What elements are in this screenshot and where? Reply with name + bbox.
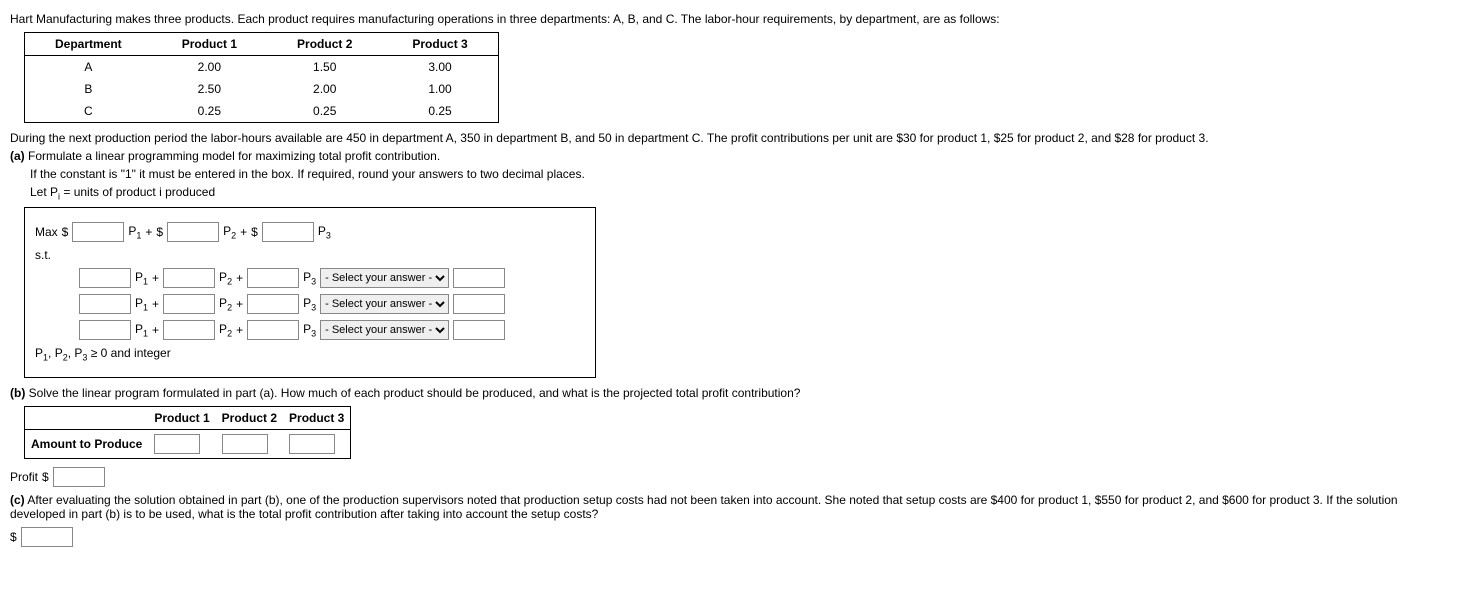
labor-hours-table: Department Product 1 Product 2 Product 3…	[24, 32, 499, 123]
c2-p1-input[interactable]	[79, 294, 131, 314]
c3-p1-input[interactable]	[79, 320, 131, 340]
cell: A	[25, 56, 152, 79]
part-c-text: After evaluating the solution obtained i…	[10, 493, 1398, 521]
intro-text: Hart Manufacturing makes three products.…	[10, 12, 1448, 26]
objective-row: Max $ P1 + $ P2 + $ P3	[35, 222, 585, 242]
table-row: C 0.25 0.25 0.25	[25, 100, 499, 123]
profit-label: Profit	[10, 470, 38, 484]
table-row: Amount to Produce	[25, 429, 351, 458]
table-row: B 2.50 2.00 1.00	[25, 78, 499, 100]
th-p3: Product 3	[382, 33, 498, 56]
c1-p2-input[interactable]	[163, 268, 215, 288]
cell: 0.25	[382, 100, 498, 123]
dollar-sign: $	[251, 225, 258, 239]
var-p3: P3	[303, 296, 316, 312]
cell: 2.00	[267, 78, 382, 100]
part-c-label: (c)	[10, 493, 25, 507]
plus: +	[236, 297, 243, 311]
part-a-hint: If the constant is "1" it must be entere…	[30, 167, 1448, 181]
var-p2: P2	[219, 270, 232, 286]
part-b-label: (b)	[10, 386, 25, 400]
plus: +	[236, 271, 243, 285]
part-b-text: Solve the linear program formulated in p…	[29, 386, 801, 400]
constraint-row-3: P1 + P2 + P3 - Select your answer -	[35, 320, 585, 340]
th-blank	[25, 406, 149, 429]
plus: +	[152, 271, 159, 285]
profit-input[interactable]	[53, 467, 105, 487]
var-p2: P2	[219, 322, 232, 338]
amount-label: Amount to Produce	[25, 429, 149, 458]
c3-relation-select[interactable]: - Select your answer -	[320, 320, 449, 340]
plus: +	[240, 225, 247, 239]
var-p1: P1	[135, 270, 148, 286]
cell: 0.25	[152, 100, 267, 123]
c3-p3-input[interactable]	[247, 320, 299, 340]
plus: +	[145, 225, 152, 239]
amount-p3-input[interactable]	[289, 434, 335, 454]
th-p2: Product 2	[267, 33, 382, 56]
constraint-row-2: P1 + P2 + P3 - Select your answer -	[35, 294, 585, 314]
cell: 1.00	[382, 78, 498, 100]
part-a-label: (a)	[10, 149, 25, 163]
amount-p1-input[interactable]	[154, 434, 200, 454]
cell: 1.50	[267, 56, 382, 79]
var-p3: P3	[318, 224, 331, 240]
st-label: s.t.	[35, 248, 51, 262]
th-prod2: Product 2	[216, 406, 283, 429]
dollar-sign: $	[156, 225, 163, 239]
dollar-sign: $	[62, 225, 69, 239]
part-a-text: Formulate a linear programming model for…	[28, 149, 440, 163]
cell: 2.50	[152, 78, 267, 100]
cell: 0.25	[267, 100, 382, 123]
nonneg-row: P1, P2, P3 ≥ 0 and integer	[35, 346, 585, 362]
dollar-sign: $	[42, 470, 49, 484]
c1-p1-input[interactable]	[79, 268, 131, 288]
cell: B	[25, 78, 152, 100]
th-p1: Product 1	[152, 33, 267, 56]
obj-coef-p2-input[interactable]	[167, 222, 219, 242]
part-c-input[interactable]	[21, 527, 73, 547]
var-p1: P1	[135, 322, 148, 338]
dollar-sign: $	[10, 530, 17, 544]
after-table-text: During the next production period the la…	[10, 131, 1448, 145]
nonneg-text: P1, P2, P3 ≥ 0 and integer	[35, 346, 171, 362]
var-p3: P3	[303, 270, 316, 286]
c1-relation-select[interactable]: - Select your answer -	[320, 268, 449, 288]
obj-coef-p3-input[interactable]	[262, 222, 314, 242]
var-p2: P2	[223, 224, 236, 240]
c3-p2-input[interactable]	[163, 320, 215, 340]
c2-rhs-input[interactable]	[453, 294, 505, 314]
table-row: A 2.00 1.50 3.00	[25, 56, 499, 79]
var-p1: P1	[135, 296, 148, 312]
st-label-row: s.t.	[35, 248, 585, 262]
plus: +	[152, 297, 159, 311]
th-prod3: Product 3	[283, 406, 351, 429]
profit-row: Profit $	[10, 467, 1448, 487]
cell: 2.00	[152, 56, 267, 79]
c1-rhs-input[interactable]	[453, 268, 505, 288]
th-prod1: Product 1	[148, 406, 215, 429]
c2-p2-input[interactable]	[163, 294, 215, 314]
plus: +	[152, 323, 159, 337]
part-a-let: Let Pi = units of product i produced	[30, 185, 1448, 201]
c2-p3-input[interactable]	[247, 294, 299, 314]
amount-p2-input[interactable]	[222, 434, 268, 454]
c3-rhs-input[interactable]	[453, 320, 505, 340]
th-dept: Department	[25, 33, 152, 56]
lp-formulation-box: Max $ P1 + $ P2 + $ P3 s.t. P1 + P2 + P3…	[24, 207, 596, 377]
var-p1: P1	[128, 224, 141, 240]
obj-coef-p1-input[interactable]	[72, 222, 124, 242]
max-label: Max	[35, 225, 58, 239]
amount-to-produce-table: Product 1 Product 2 Product 3 Amount to …	[24, 406, 351, 459]
var-p3: P3	[303, 322, 316, 338]
constraint-row-1: P1 + P2 + P3 - Select your answer -	[35, 268, 585, 288]
cell: 3.00	[382, 56, 498, 79]
var-p2: P2	[219, 296, 232, 312]
cell: C	[25, 100, 152, 123]
plus: +	[236, 323, 243, 337]
c2-relation-select[interactable]: - Select your answer -	[320, 294, 449, 314]
c1-p3-input[interactable]	[247, 268, 299, 288]
part-c-answer-row: $	[10, 527, 1448, 547]
